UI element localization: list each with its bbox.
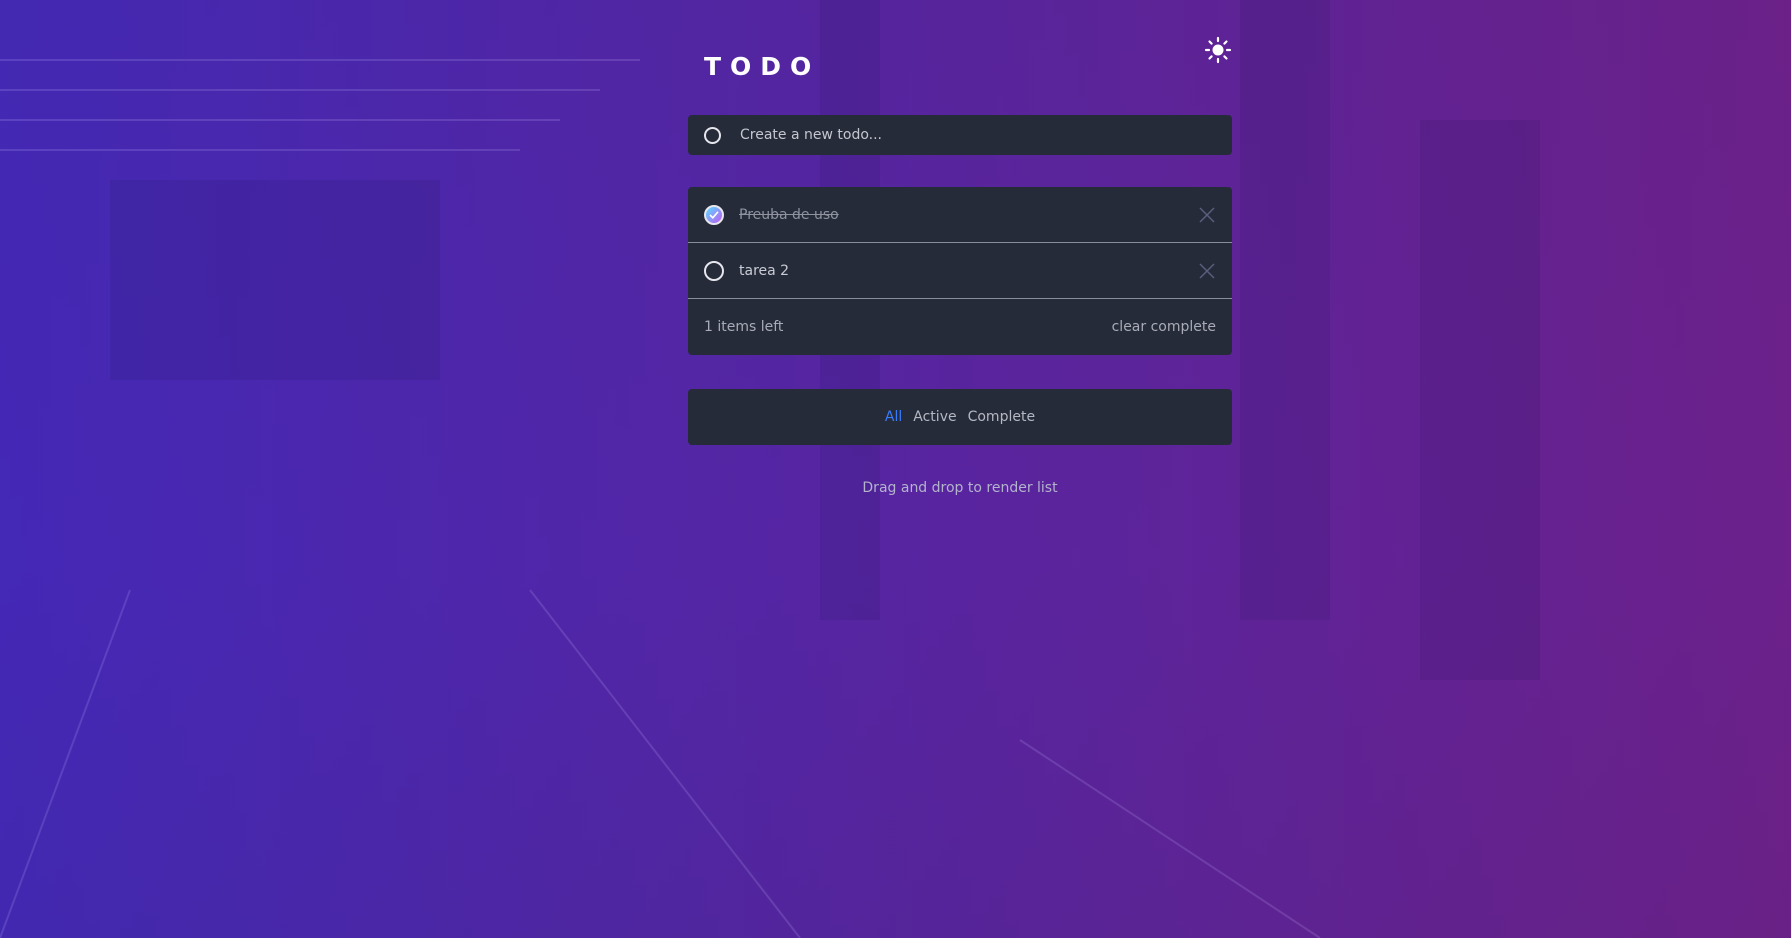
checkmark-icon	[709, 210, 719, 219]
sun-icon[interactable]	[1204, 36, 1232, 64]
todo-list: Preuba de uso tarea 2 1 items left clear…	[688, 187, 1232, 355]
header: TODO	[688, 0, 1232, 115]
new-todo-input[interactable]	[738, 126, 1232, 144]
filter-active[interactable]: Active	[913, 409, 956, 425]
app-title: TODO	[704, 52, 821, 81]
todo-text: Preuba de uso	[739, 206, 839, 223]
close-icon[interactable]	[1198, 206, 1216, 224]
close-icon[interactable]	[1198, 262, 1216, 280]
todo-app: TODO Create a new todo... Preuba de uso …	[688, 0, 1232, 496]
new-todo-bar	[688, 115, 1232, 155]
new-todo-circle-icon	[704, 126, 721, 144]
todo-checkbox-checked[interactable]	[704, 204, 724, 225]
filter-bar: All Active Complete	[688, 389, 1232, 445]
todo-checkbox[interactable]	[704, 260, 724, 281]
filter-all[interactable]: All	[885, 409, 902, 425]
clear-complete-button[interactable]: clear complete	[1112, 319, 1216, 335]
todo-item[interactable]: Preuba de uso	[688, 187, 1232, 243]
drag-drop-hint: Drag and drop to render list	[862, 480, 1058, 496]
todo-item[interactable]: tarea 2	[688, 243, 1232, 299]
filter-complete[interactable]: Complete	[968, 409, 1035, 425]
items-left-count: 1 items left	[704, 319, 784, 335]
list-footer: 1 items left clear complete	[688, 299, 1232, 355]
todo-text: tarea 2	[739, 262, 790, 279]
